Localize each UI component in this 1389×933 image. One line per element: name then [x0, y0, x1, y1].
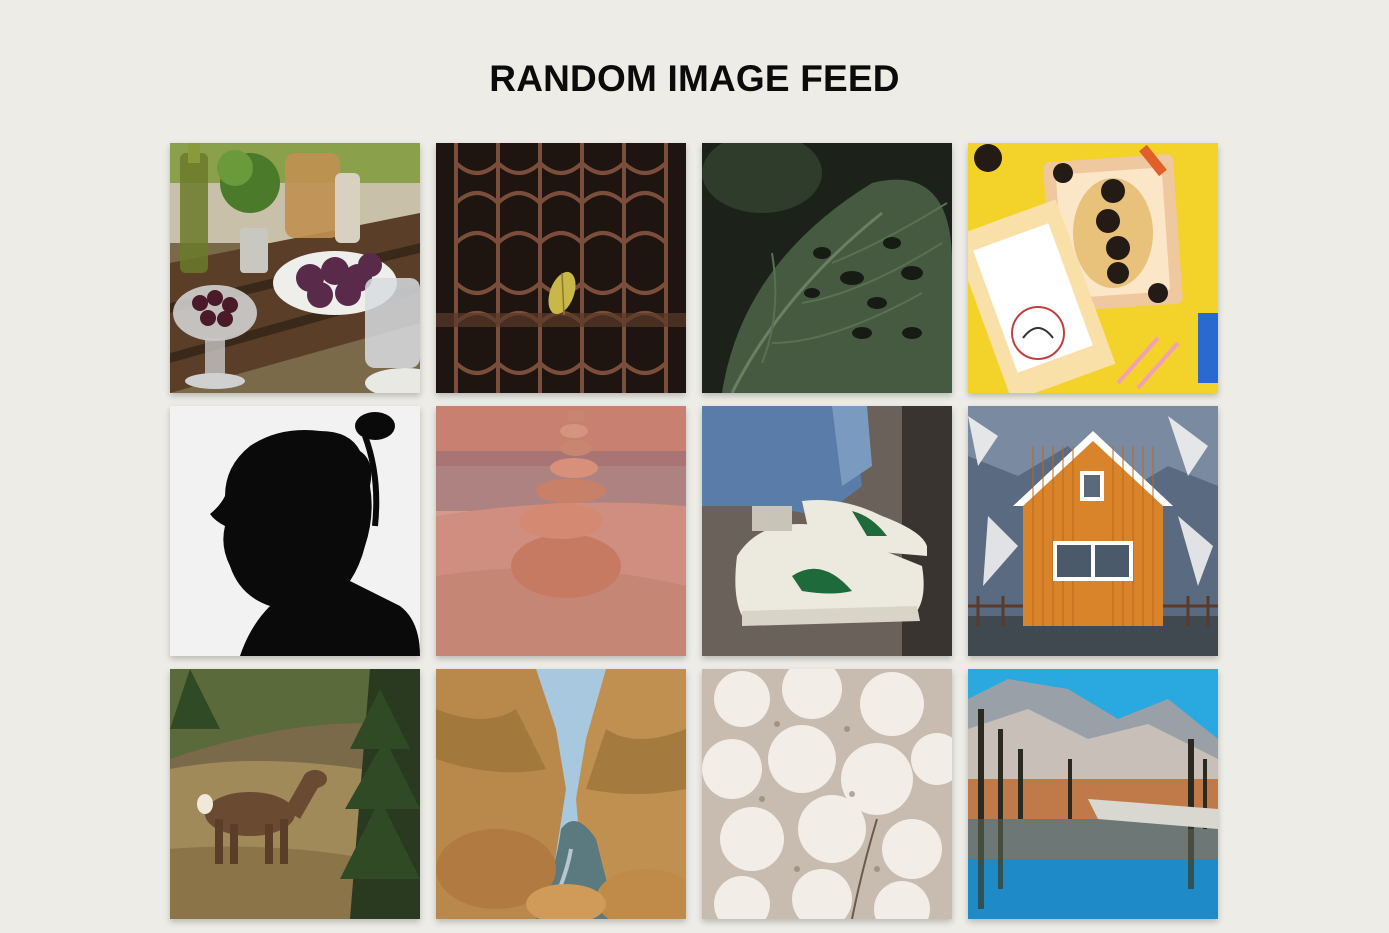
feed-image-9[interactable] [170, 669, 420, 919]
oreo-dessert-image [968, 143, 1218, 393]
mountain-lake-image [968, 669, 1218, 919]
feed-image-12[interactable] [968, 669, 1218, 919]
feed-image-7[interactable] [702, 406, 952, 656]
feed-image-4[interactable] [968, 143, 1218, 393]
feed-image-11[interactable] [702, 669, 952, 919]
feed-image-6[interactable] [436, 406, 686, 656]
grate-leaf-image [436, 143, 686, 393]
feed-image-1[interactable] [170, 143, 420, 393]
sneakers-image [702, 406, 952, 656]
white-blossoms-image [702, 669, 952, 919]
feed-image-5[interactable] [170, 406, 420, 656]
figs-table-image [170, 143, 420, 393]
monstera-leaf-image [702, 143, 952, 393]
feed-image-8[interactable] [968, 406, 1218, 656]
page-title: RANDOM IMAGE FEED [489, 58, 900, 99]
feed-image-10[interactable] [436, 669, 686, 919]
canyon-river-image [436, 669, 686, 919]
deer-forest-image [170, 669, 420, 919]
rock-cairn-image [436, 406, 686, 656]
feed-image-2[interactable] [436, 143, 686, 393]
orange-house-image [968, 406, 1218, 656]
silhouette-man-image [170, 406, 420, 656]
feed-image-3[interactable] [702, 143, 952, 393]
image-feed-grid [170, 143, 1218, 919]
